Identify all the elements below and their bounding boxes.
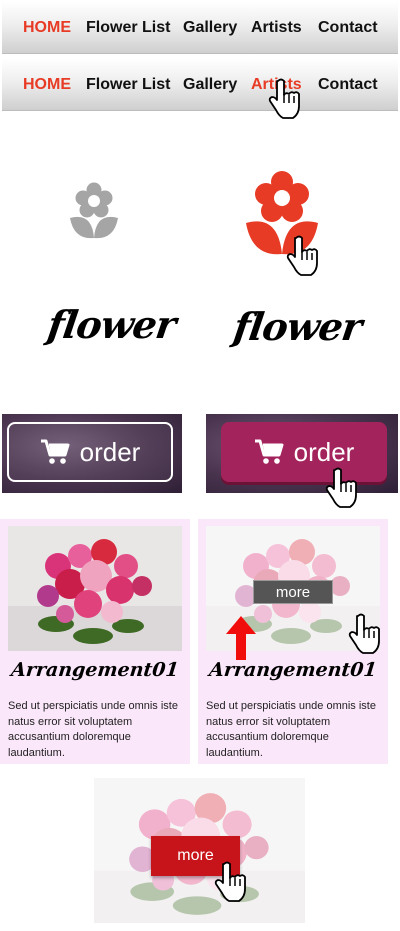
bouquet-photo bbox=[8, 526, 182, 651]
card-title: Arrangement01 bbox=[10, 659, 180, 681]
nav-gallery[interactable]: Gallery bbox=[183, 19, 237, 37]
nav-flower-list[interactable]: Flower List bbox=[86, 19, 170, 37]
order-label: order bbox=[293, 436, 355, 467]
card-text: Sed ut perspiciatis unde omnis iste natu… bbox=[206, 700, 376, 759]
order-button-hover[interactable]: order bbox=[221, 422, 387, 482]
arrangement-card[interactable]: Arrangement01 Sed ut perspiciatis unde o… bbox=[0, 519, 190, 764]
more-overlay-button[interactable]: more bbox=[253, 580, 333, 604]
cart-icon bbox=[40, 439, 70, 464]
nav-contact[interactable]: Contact bbox=[318, 19, 378, 37]
nav-bar-default: HOME Flower List Gallery Artists Contact bbox=[2, 2, 398, 54]
hand-cursor-icon bbox=[325, 467, 357, 508]
hand-cursor-icon bbox=[348, 613, 380, 654]
hand-cursor-icon bbox=[214, 861, 246, 902]
cart-icon bbox=[254, 439, 284, 464]
logo-wordmark: flower bbox=[44, 302, 179, 347]
nav-home[interactable]: HOME bbox=[23, 76, 71, 94]
flower-icon[interactable] bbox=[66, 180, 122, 240]
card-title: Arrangement01 bbox=[208, 659, 378, 681]
nav-gallery[interactable]: Gallery bbox=[183, 76, 237, 94]
logo-wordmark-hover: flower bbox=[230, 304, 365, 349]
order-button[interactable]: order bbox=[7, 422, 173, 482]
order-label: order bbox=[79, 436, 141, 467]
order-banner-hover: order bbox=[206, 414, 398, 493]
bouquet-preview: more bbox=[94, 778, 305, 923]
arrow-up-icon bbox=[226, 616, 256, 660]
order-banner: order bbox=[2, 414, 182, 493]
hand-cursor-icon bbox=[268, 78, 300, 119]
card-text: Sed ut perspiciatis unde omnis iste natu… bbox=[8, 700, 178, 759]
nav-contact[interactable]: Contact bbox=[318, 76, 378, 94]
nav-flower-list[interactable]: Flower List bbox=[86, 76, 170, 94]
nav-bar-hover: HOME Flower List Gallery Artists Contact bbox=[2, 59, 398, 111]
nav-home[interactable]: HOME bbox=[23, 19, 71, 37]
hand-cursor-icon bbox=[286, 235, 318, 276]
arrangement-card-hover[interactable]: more Arrangement01 Sed ut perspiciatis u… bbox=[198, 519, 388, 764]
nav-artists[interactable]: Artists bbox=[251, 19, 302, 37]
